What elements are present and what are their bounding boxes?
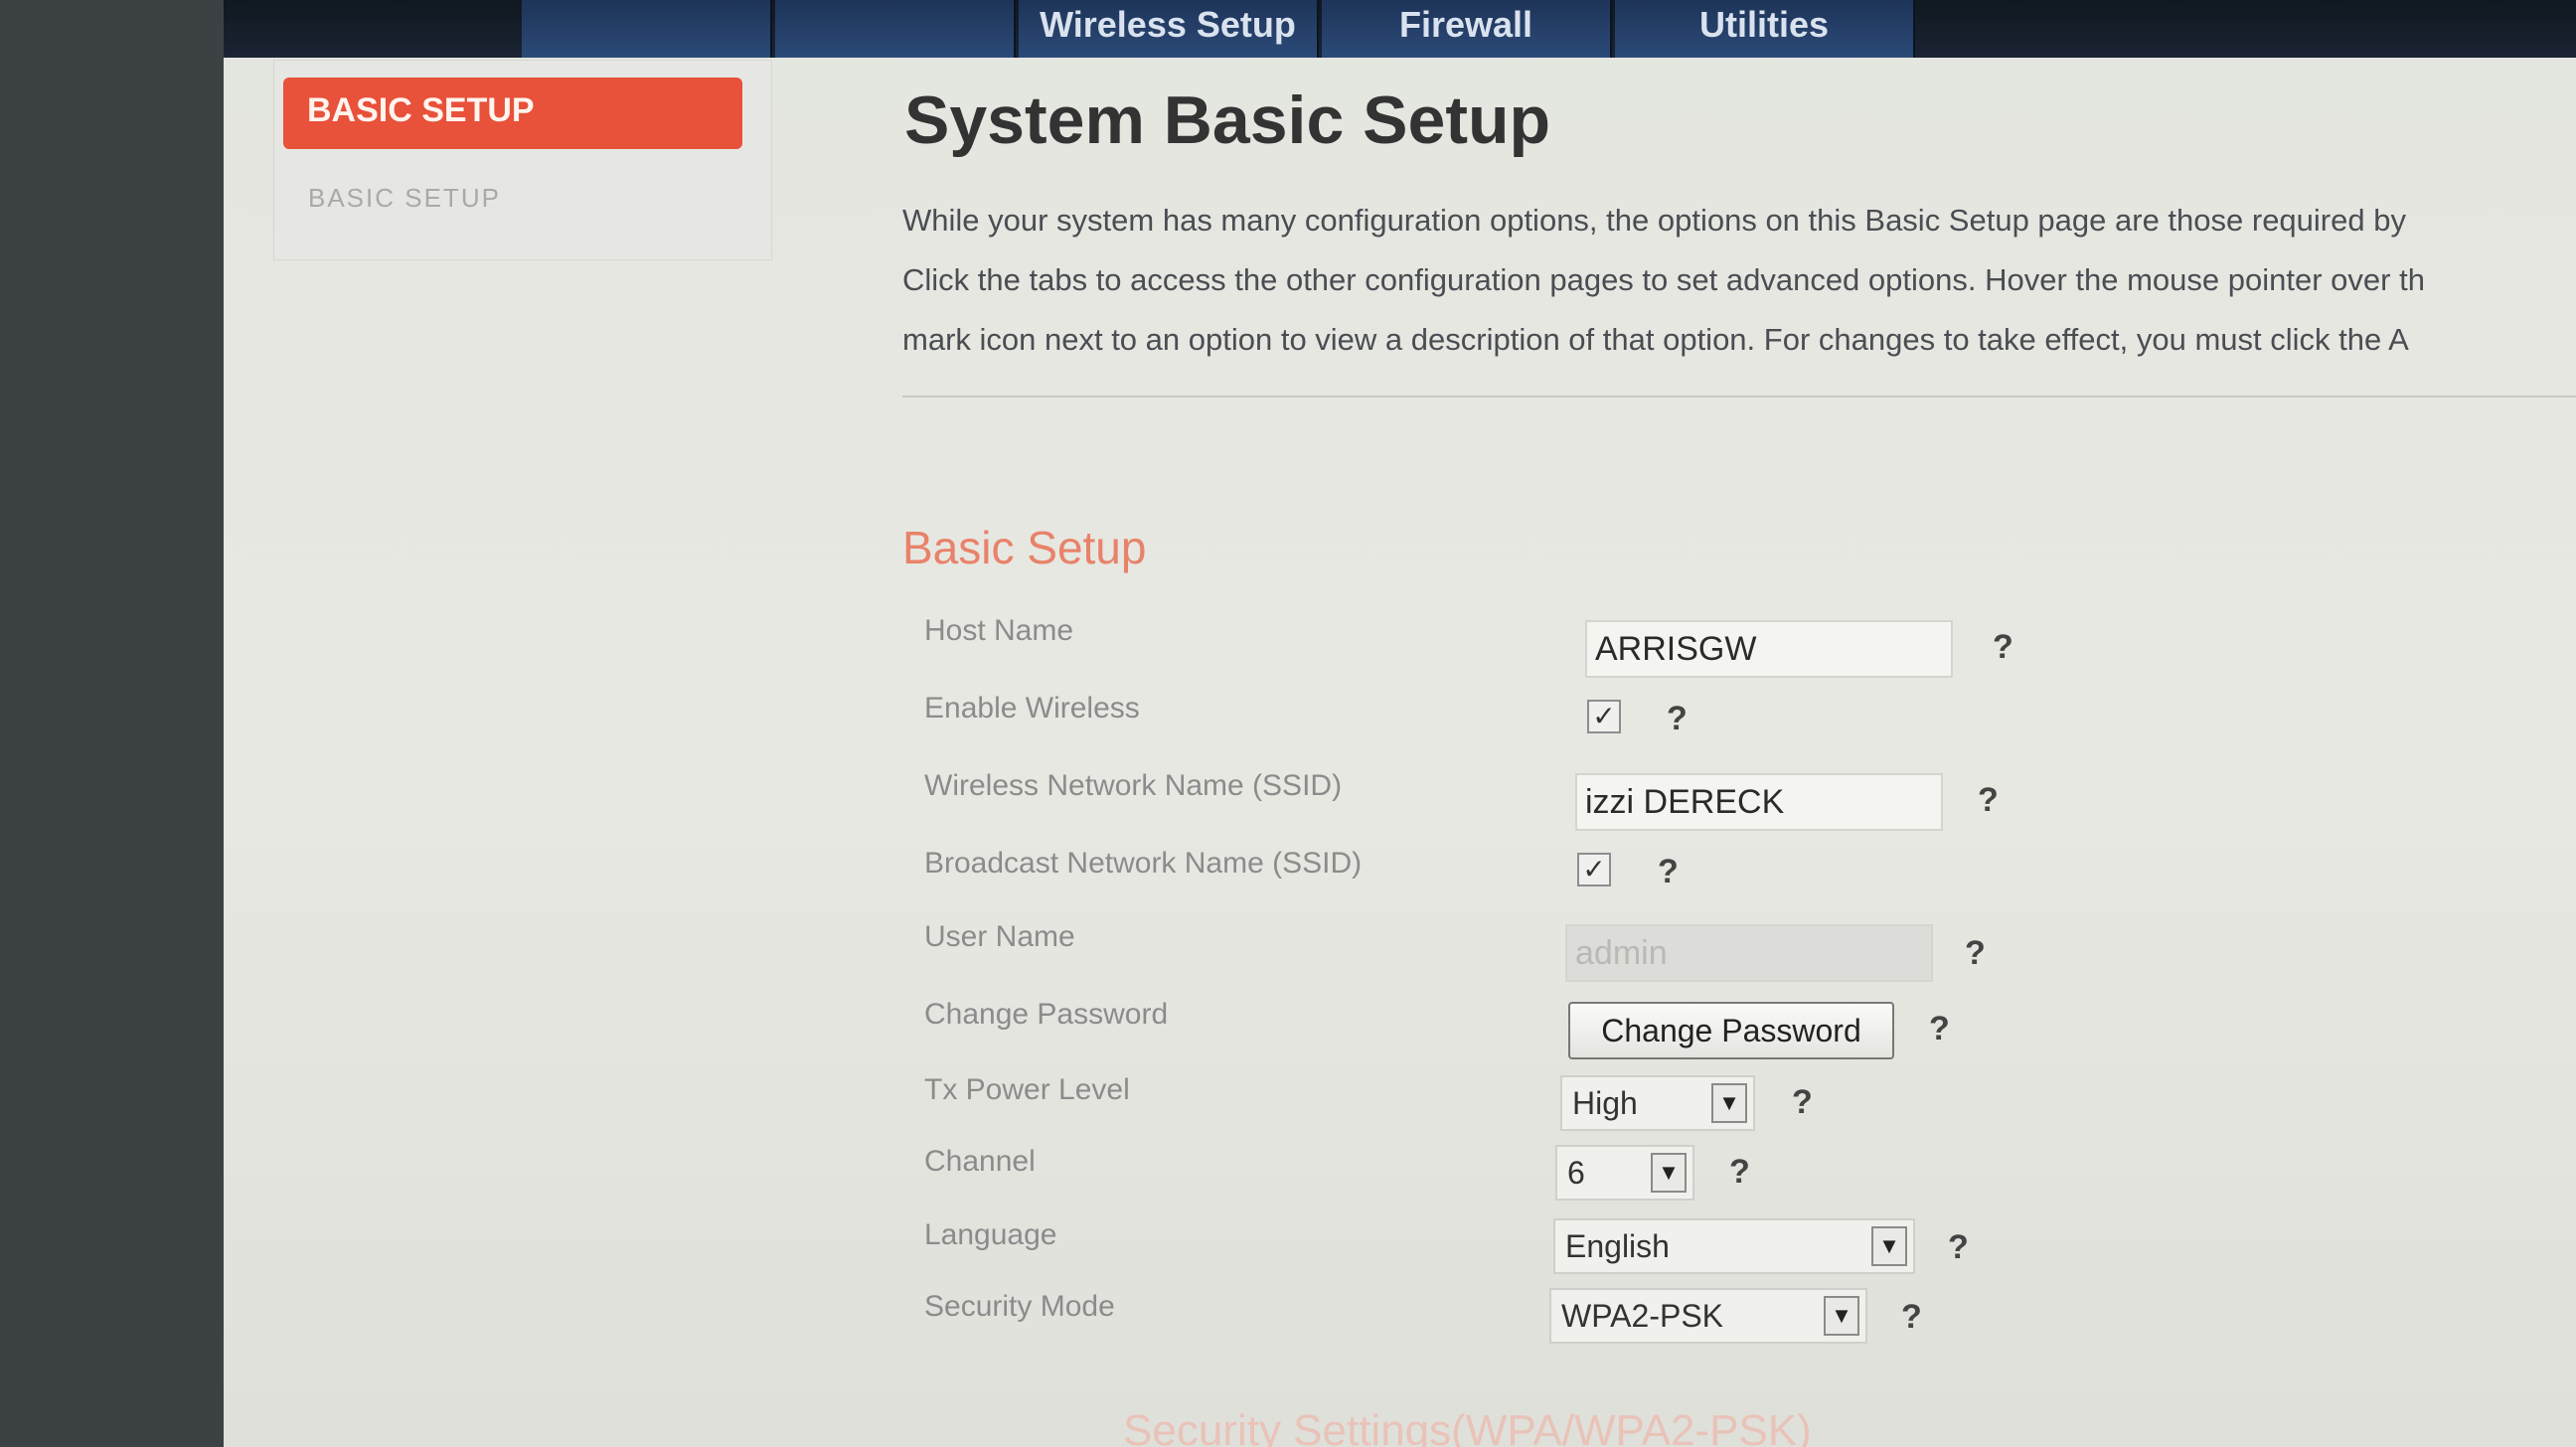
- chevron-down-icon[interactable]: ▼: [1711, 1083, 1747, 1123]
- change-password-label: Change Password: [924, 998, 1169, 1031]
- tx-power-value: High: [1572, 1085, 1638, 1121]
- tx-power-help-icon[interactable]: ?: [1792, 1083, 1813, 1122]
- tab-utilities[interactable]: Utilities: [1615, 0, 1915, 58]
- enable-wireless-label: Enable Wireless: [924, 692, 1140, 724]
- intro-line-2: Click the tabs to access the other confi…: [902, 262, 2425, 297]
- chevron-down-icon[interactable]: ▼: [1871, 1226, 1907, 1266]
- user-name-help-icon[interactable]: ?: [1965, 934, 1986, 973]
- broadcast-ssid-help-icon[interactable]: ?: [1658, 853, 1679, 891]
- intro-line-1: While your system has many configuration…: [902, 203, 2406, 238]
- intro-text: While your system has many configuration…: [902, 191, 2576, 370]
- host-name-label: Host Name: [924, 614, 1074, 647]
- host-name-input[interactable]: ARRISGW: [1585, 620, 1953, 678]
- language-value: English: [1565, 1228, 1670, 1264]
- user-name-label: User Name: [924, 920, 1075, 953]
- tab-firewall[interactable]: Firewall: [1322, 0, 1612, 58]
- security-mode-select[interactable]: WPA2-PSK ▼: [1549, 1288, 1867, 1344]
- ssid-input[interactable]: izzi DERECK: [1575, 773, 1943, 831]
- tab-wireless-setup[interactable]: Wireless Setup: [1019, 0, 1319, 58]
- chevron-down-icon[interactable]: ▼: [1651, 1153, 1687, 1193]
- tab-hidden-2[interactable]: [775, 0, 1016, 58]
- tab-hidden-1[interactable]: [522, 0, 772, 58]
- ssid-label: Wireless Network Name (SSID): [924, 769, 1343, 802]
- channel-value: 6: [1567, 1155, 1585, 1191]
- enable-wireless-help-icon[interactable]: ?: [1667, 700, 1688, 738]
- tx-power-label: Tx Power Level: [924, 1073, 1130, 1106]
- language-select[interactable]: English ▼: [1553, 1218, 1915, 1274]
- top-nav-bar: Wireless Setup Firewall Utilities: [224, 0, 2576, 58]
- sidebar-item-basic-setup[interactable]: BASIC SETUP: [308, 183, 501, 214]
- divider: [902, 396, 2576, 398]
- security-mode-value: WPA2-PSK: [1561, 1298, 1723, 1334]
- host-name-help-icon[interactable]: ?: [1993, 628, 2013, 667]
- sidebar-header-basic-setup[interactable]: BASIC SETUP: [283, 78, 742, 149]
- channel-label: Channel: [924, 1145, 1036, 1178]
- user-name-input: admin: [1565, 924, 1933, 982]
- intro-line-3: mark icon next to an option to view a de…: [902, 322, 2409, 357]
- change-password-help-icon[interactable]: ?: [1929, 1010, 1950, 1048]
- language-label: Language: [924, 1218, 1057, 1251]
- section-title-security-settings: Security Settings(WPA/WPA2-PSK): [1123, 1406, 1812, 1447]
- tx-power-select[interactable]: High ▼: [1560, 1075, 1755, 1131]
- chevron-down-icon[interactable]: ▼: [1824, 1296, 1859, 1336]
- section-title-basic-setup: Basic Setup: [902, 522, 1147, 573]
- broadcast-ssid-label: Broadcast Network Name (SSID): [924, 847, 1363, 880]
- router-admin-screen: Wireless Setup Firewall Utilities BASIC …: [224, 0, 2576, 1447]
- broadcast-ssid-checkbox[interactable]: ✓: [1577, 853, 1611, 886]
- change-password-button[interactable]: Change Password: [1568, 1002, 1894, 1059]
- channel-help-icon[interactable]: ?: [1729, 1153, 1750, 1192]
- ssid-help-icon[interactable]: ?: [1978, 781, 1999, 820]
- security-mode-label: Security Mode: [924, 1290, 1115, 1323]
- channel-select[interactable]: 6 ▼: [1555, 1145, 1694, 1201]
- page-title: System Basic Setup: [904, 82, 1551, 158]
- security-mode-help-icon[interactable]: ?: [1901, 1298, 1922, 1337]
- language-help-icon[interactable]: ?: [1948, 1228, 1969, 1267]
- enable-wireless-checkbox[interactable]: ✓: [1587, 700, 1621, 733]
